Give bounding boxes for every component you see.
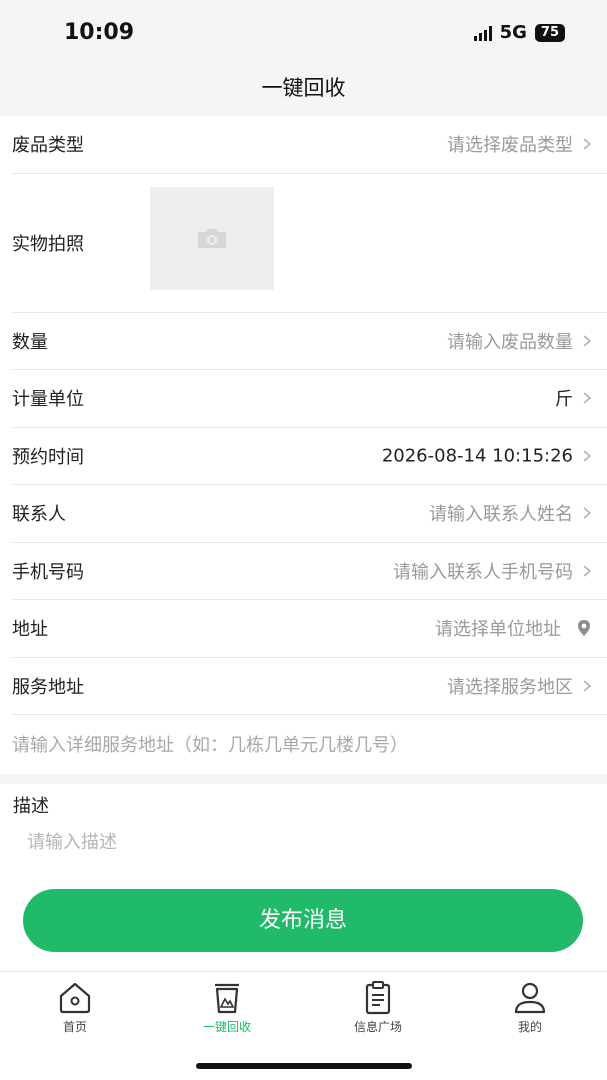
tab-profile[interactable]: 我的 (475, 980, 585, 1035)
waste-type-select[interactable]: 请选择废品类型 (447, 131, 573, 157)
tab-recycle-label: 一键回收 (202, 1020, 251, 1034)
quantity-row[interactable]: 数量 请输入废品数量 (12, 313, 607, 370)
section-divider (0, 774, 607, 784)
quantity-label: 数量 (12, 331, 48, 353)
chevron-right-icon (583, 392, 592, 404)
appointment-time-picker[interactable]: 2026-08-14 10:15:26 (382, 445, 573, 466)
detail-address-row[interactable]: 请输入详细服务地址（如：几栋几单元几楼几号） (12, 715, 607, 773)
chevron-right-icon (583, 565, 592, 577)
photo-row: 实物拍照 (12, 174, 607, 313)
quantity-input[interactable]: 请输入废品数量 (447, 328, 573, 354)
unit-select[interactable]: 斤 (555, 385, 573, 411)
phone-row[interactable]: 手机号码 请输入联系人手机号码 (12, 543, 607, 600)
chevron-right-icon (583, 450, 592, 462)
unit-row[interactable]: 计量单位 斤 (12, 370, 607, 428)
address-select[interactable]: 请选择单位地址 (435, 615, 561, 641)
address-row[interactable]: 地址 请选择单位地址 (12, 600, 607, 658)
service-area-row[interactable]: 服务地址 请选择服务地区 (12, 658, 607, 715)
appointment-label: 预约时间 (12, 446, 84, 468)
phone-input[interactable]: 请输入联系人手机号码 (393, 558, 573, 584)
chevron-right-icon (583, 335, 592, 347)
appointment-row[interactable]: 预约时间 2026-08-14 10:15:26 (12, 428, 607, 485)
camera-icon (198, 229, 226, 248)
waste-type-label: 废品类型 (12, 135, 84, 157)
service-area-select[interactable]: 请选择服务地区 (447, 673, 573, 699)
tab-profile-label: 我的 (517, 1020, 542, 1034)
description-textarea[interactable]: 请输入描述 (27, 828, 117, 854)
publish-button[interactable]: 发布消息 (23, 889, 583, 952)
recycle-bin-icon (215, 983, 239, 1014)
tab-info-square-label: 信息广场 (353, 1020, 402, 1034)
status-bar: 10:09 5G 75 (0, 0, 607, 64)
photo-label: 实物拍照 (12, 233, 84, 255)
phone-label: 手机号码 (12, 561, 84, 583)
unit-label: 计量单位 (12, 389, 84, 411)
clipboard-icon (365, 981, 391, 1015)
battery-icon: 75 (534, 23, 565, 42)
chevron-right-icon (583, 680, 592, 692)
contact-label: 联系人 (12, 504, 66, 526)
user-icon (514, 982, 546, 1014)
tab-recycle[interactable]: 一键回收 (172, 980, 282, 1035)
home-indicator (196, 1063, 412, 1069)
tab-info-square[interactable]: 信息广场 (323, 980, 433, 1035)
photo-upload-button[interactable] (150, 186, 274, 290)
address-label: 地址 (12, 619, 48, 641)
chevron-right-icon (583, 138, 592, 150)
status-time: 10:09 (64, 20, 135, 45)
contact-name-input[interactable]: 请输入联系人姓名 (429, 500, 573, 526)
nav-bar: 一键回收 (0, 64, 607, 116)
service-area-label: 服务地址 (12, 676, 84, 698)
detail-address-input[interactable]: 请输入详细服务地址（如：几栋几单元几楼几号） (12, 731, 408, 757)
waste-type-row[interactable]: 废品类型 请选择废品类型 (12, 116, 607, 174)
tab-home-label: 首页 (62, 1020, 87, 1034)
status-indicators: 5G 75 (473, 22, 565, 43)
signal-icon (473, 25, 492, 41)
page-title: 一键回收 (261, 76, 346, 100)
description-label: 描述 (13, 796, 49, 817)
chevron-right-icon (583, 507, 592, 519)
network-type: 5G (499, 22, 527, 43)
contact-row[interactable]: 联系人 请输入联系人姓名 (12, 485, 607, 543)
tab-home[interactable]: 首页 (20, 980, 130, 1035)
recycle-form: 废品类型 请选择废品类型 实物拍照 数量 请输入废品数量 计量单位 斤 预约时间… (0, 116, 607, 773)
home-icon (59, 982, 91, 1014)
location-pin-icon[interactable] (575, 619, 593, 637)
